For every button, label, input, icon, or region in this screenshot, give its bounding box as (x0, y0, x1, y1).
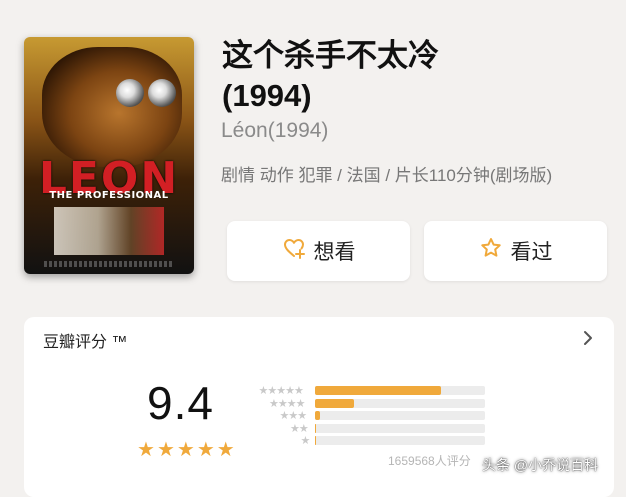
want-to-watch-label: 想看 (314, 236, 356, 266)
chevron-right-icon[interactable] (580, 330, 596, 346)
distribution-row: ★★★★ (253, 399, 493, 410)
distribution-row: ★★★★★ (253, 386, 493, 397)
movie-title: 这个杀手不太冷 (1994) (222, 36, 602, 116)
movie-poster[interactable]: LEON THE PROFESSIONAL (24, 37, 194, 274)
movie-title-name: 这个杀手不太冷 (222, 36, 602, 76)
distribution-stars: ★★★ (280, 409, 307, 422)
want-to-watch-button[interactable]: 想看 (227, 221, 410, 281)
poster-scene (54, 207, 164, 255)
distribution-stars: ★★★★★ (259, 384, 303, 397)
rating-stars: ★★★★★ (137, 440, 235, 460)
watched-label: 看过 (511, 236, 553, 266)
rating-count: 1659568人评分 (388, 452, 471, 469)
star-filled-icon: ★ (217, 440, 235, 460)
distribution-track (315, 411, 485, 420)
distribution-row: ★ (253, 436, 493, 447)
poster-credits (44, 261, 174, 267)
distribution-row: ★★★ (253, 411, 493, 422)
heart-plus-icon (282, 236, 306, 266)
distribution-track (315, 436, 485, 445)
movie-title-year: (1994) (222, 76, 602, 116)
poster-subtitle: THE PROFESSIONAL (24, 190, 194, 201)
distribution-stars: ★★★★ (269, 397, 304, 410)
watched-button[interactable]: 看过 (424, 221, 607, 281)
distribution-bar (315, 386, 441, 395)
distribution-stars: ★★ (290, 422, 308, 435)
star-filled-icon: ★ (197, 440, 215, 460)
distribution-track (315, 399, 485, 408)
star-filled-icon: ★ (157, 440, 175, 460)
distribution-bar (315, 424, 316, 433)
star-filled-icon: ★ (177, 440, 195, 460)
distribution-stars: ★ (301, 434, 310, 447)
original-title: Léon(1994) (221, 119, 328, 143)
star-outline-icon (479, 236, 503, 266)
star-filled-icon: ★ (137, 440, 155, 460)
distribution-bar (315, 411, 320, 420)
distribution-bar (315, 399, 354, 408)
distribution-track (315, 424, 485, 433)
movie-meta: 剧情 动作 犯罪 / 法国 / 片长110分钟(剧场版) (221, 161, 552, 186)
poster-sunglasses (116, 79, 180, 109)
distribution-track (315, 386, 485, 395)
rating-header: 豆瓣评分 ™ (43, 328, 127, 352)
distribution-row: ★★ (253, 424, 493, 435)
rating-score: 9.4 (147, 376, 214, 430)
watermark: 头条 @小乔说百科 (482, 455, 598, 475)
